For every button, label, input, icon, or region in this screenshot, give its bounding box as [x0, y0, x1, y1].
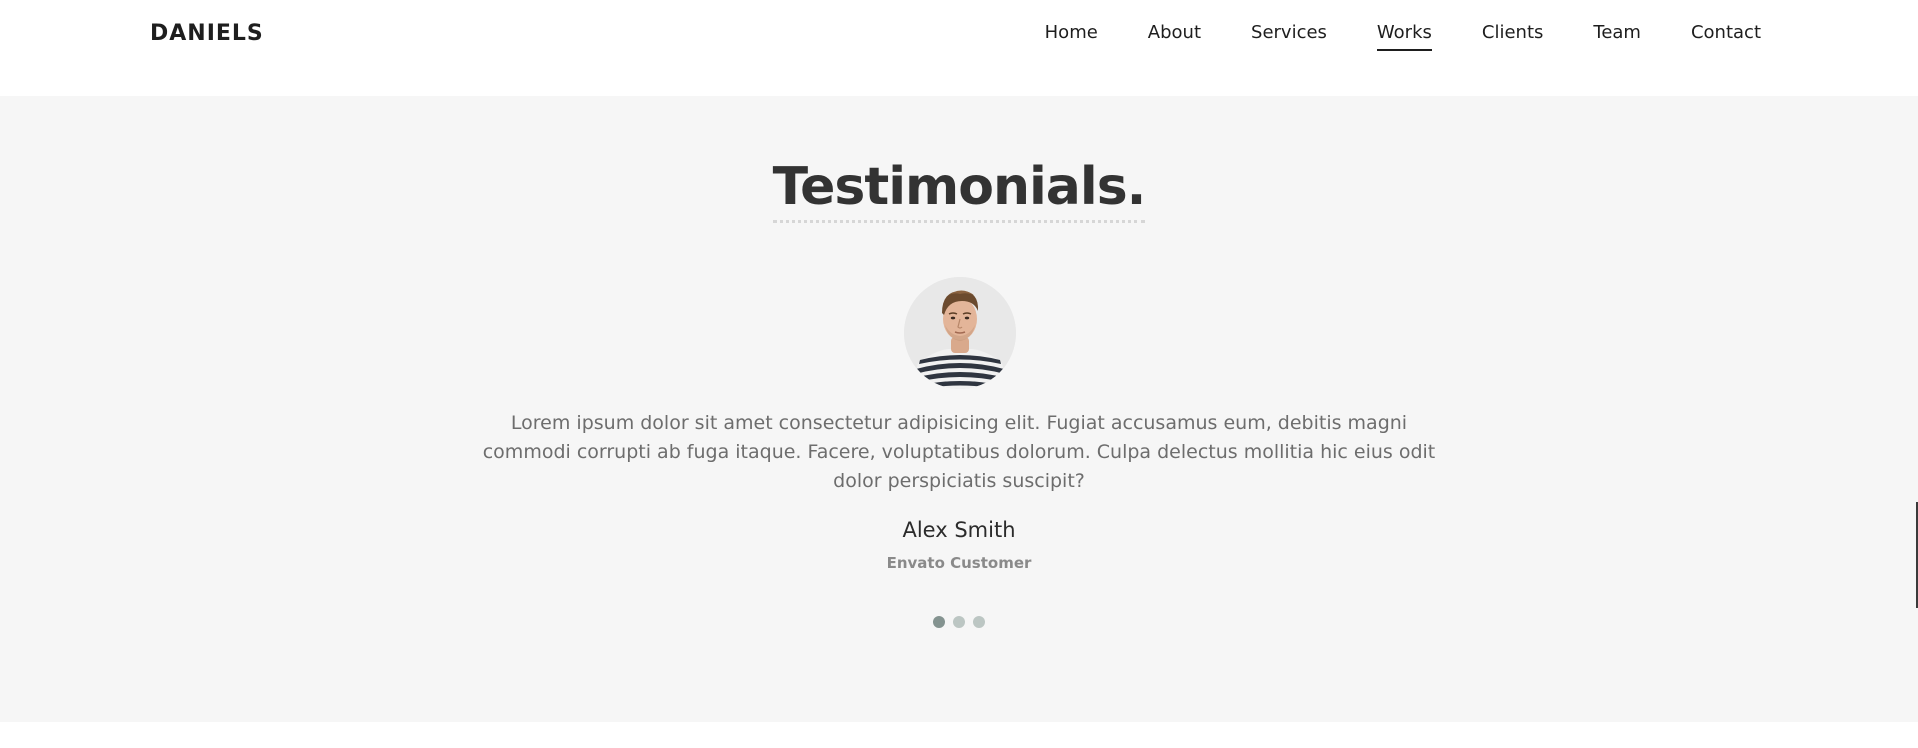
section-title: Testimonials. [772, 154, 1146, 223]
avatar-portrait-icon [904, 277, 1016, 389]
carousel-dot-3[interactable] [973, 616, 985, 628]
testimonial-author-name: Alex Smith [902, 518, 1016, 542]
nav-item-home[interactable]: Home [1045, 20, 1098, 51]
nav-item-works[interactable]: Works [1376, 20, 1432, 51]
nav-item-team[interactable]: Team [1593, 20, 1641, 51]
testimonial-quote: Lorem ipsum dolor sit amet consectetur a… [482, 412, 1436, 492]
carousel-dot-1[interactable] [933, 616, 945, 628]
nav-item-clients[interactable]: Clients [1482, 20, 1544, 51]
testimonial-author-role: Envato Customer [886, 554, 1032, 572]
carousel-dot-2[interactable] [953, 616, 965, 628]
nav-item-about[interactable]: About [1148, 20, 1201, 51]
nav-item-services[interactable]: Services [1251, 20, 1327, 51]
section-title-wrap: Testimonials. [0, 154, 1918, 223]
top-navbar: DANIELS Home About Services Works Client… [0, 0, 1918, 96]
testimonials-section: Testimonials. Lorem ipsum dolor sit amet… [0, 96, 1918, 722]
avatar [904, 277, 1016, 389]
brand-logo[interactable]: DANIELS [150, 20, 264, 48]
carousel-pagination [933, 616, 985, 628]
nav-menu: Home About Services Works Clients Team C… [995, 20, 1761, 51]
nav-item-contact[interactable]: Contact [1691, 20, 1761, 51]
